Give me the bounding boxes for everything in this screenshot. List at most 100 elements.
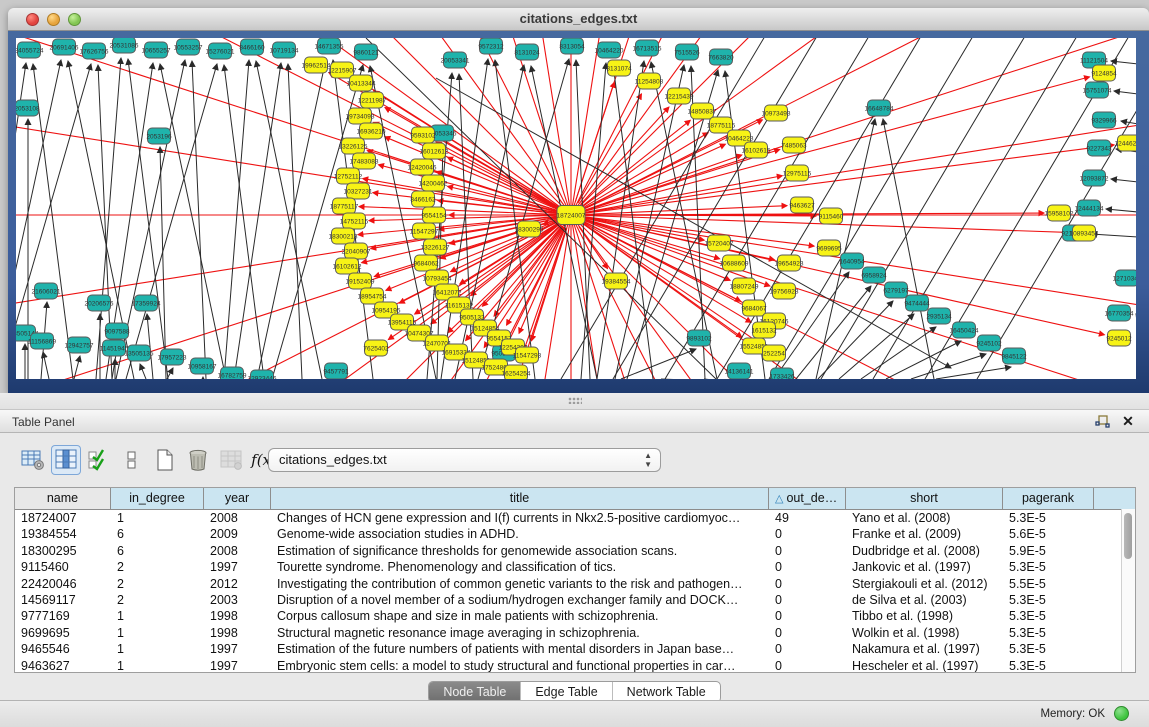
graph-node[interactable]: 11156869	[28, 333, 56, 349]
graph-node[interactable]: 12975115	[783, 165, 812, 181]
graph-node[interactable]: 7485063	[781, 137, 807, 153]
graph-node[interactable]: 12215439	[665, 88, 694, 104]
column-chooser-button[interactable]	[51, 445, 81, 475]
graph-node[interactable]: 14752115	[340, 213, 369, 229]
graph-node[interactable]: 9474444	[904, 295, 930, 311]
graph-node[interactable]: 16102615	[742, 142, 771, 158]
graph-node[interactable]: 10413344	[347, 75, 376, 91]
graph-node[interactable]: 17359924	[132, 295, 161, 311]
graph-node[interactable]: 16936210	[357, 123, 386, 139]
graph-node[interactable]: 13505135	[125, 345, 154, 361]
graph-node[interactable]: 14136141	[725, 363, 754, 379]
graph-node[interactable]: 16012612	[420, 143, 449, 159]
graph-node[interactable]: 2053196	[146, 128, 172, 144]
graph-node[interactable]: 12752112	[334, 168, 363, 184]
graph-node[interactable]: 18300213	[329, 228, 358, 244]
graph-node[interactable]: 9097588	[104, 323, 130, 339]
graph-node[interactable]: 15751074	[1083, 82, 1112, 98]
graph-node[interactable]: 12923446	[248, 370, 277, 379]
graph-node[interactable]: 12093872	[1080, 170, 1109, 186]
table-row[interactable]: 2242004622012Investigating the contribut…	[15, 576, 1135, 592]
graph-node[interactable]: 7663820	[708, 49, 734, 65]
column-header-out_de[interactable]: △out_de…	[769, 488, 846, 509]
graph-node[interactable]: 12444134	[1075, 200, 1104, 216]
graph-node[interactable]: 8313054	[559, 38, 585, 54]
column-header-pagerank[interactable]: pagerank	[1003, 488, 1094, 509]
table-settings-button[interactable]	[18, 445, 48, 475]
graph-node[interactable]: 1733426	[769, 368, 795, 379]
graph-node[interactable]: 17957223	[158, 349, 187, 365]
table-row[interactable]: 1938455462009Genome-wide association stu…	[15, 526, 1135, 542]
graph-node[interactable]: 9593102	[410, 127, 436, 143]
graph-node[interactable]: 10464220	[595, 42, 624, 58]
graph-node[interactable]: 16770354	[1105, 305, 1134, 321]
column-header-in_degree[interactable]: in_degree	[111, 488, 204, 509]
close-panel-icon[interactable]: ✕	[1119, 414, 1137, 430]
graph-node[interactable]: 9554154	[421, 207, 447, 223]
graph-node[interactable]: 20053341	[441, 52, 470, 68]
graph-node[interactable]: 19654923	[775, 255, 804, 271]
graph-node[interactable]: 14671355	[315, 38, 344, 54]
graph-node[interactable]: 2935134	[926, 308, 952, 324]
graph-node[interactable]: 9845122	[1001, 348, 1027, 364]
table-vertical-scrollbar[interactable]	[1121, 509, 1135, 672]
column-header-short[interactable]: short	[846, 488, 1003, 509]
table-row[interactable]: 946554611997Estimation of the future num…	[15, 641, 1135, 657]
graph-node[interactable]: 16713515	[633, 40, 662, 56]
trash-button[interactable]	[183, 445, 213, 475]
network-canvas[interactable]: 2405572420691406176267562053108610655257…	[16, 38, 1136, 379]
graph-node[interactable]: 19734093	[346, 108, 375, 124]
graph-node[interactable]: 7515526	[674, 44, 700, 60]
graph-node[interactable]: 10553257	[174, 39, 203, 55]
new-file-button[interactable]	[150, 445, 180, 475]
column-header-title[interactable]: title	[271, 488, 769, 509]
graph-node[interactable]: 20531086	[110, 38, 139, 53]
panel-splitter[interactable]	[0, 393, 1149, 409]
graph-node[interactable]: 12420046	[408, 159, 437, 175]
tab-network-table[interactable]: Network Table	[613, 682, 720, 702]
graph-node[interactable]: 9245102	[976, 335, 1002, 351]
graph-node[interactable]: 20206576	[85, 295, 114, 311]
graph-node[interactable]: 8466160	[239, 39, 265, 55]
graph-node[interactable]: 16102612	[333, 258, 362, 274]
graph-node[interactable]: 10719134	[270, 42, 299, 58]
graph-node[interactable]: 9329966	[1091, 112, 1117, 128]
graph-node[interactable]: 13226125	[339, 138, 368, 154]
graph-node[interactable]: 10893454	[1070, 225, 1099, 241]
graph-node[interactable]: 15276021	[206, 43, 235, 59]
table-row[interactable]: 1456911722003Disruption of a novel membe…	[15, 592, 1135, 608]
graph-node[interactable]: 22040907	[342, 243, 371, 259]
table-row[interactable]: 911546021997Tourette syndrome. Phenomeno…	[15, 559, 1135, 575]
graph-node[interactable]: 9245012	[1106, 330, 1132, 346]
graph-node[interactable]: 17626756	[80, 43, 109, 59]
graph-node[interactable]: 8466162	[410, 191, 436, 207]
graph-node[interactable]: 10958167	[188, 358, 217, 374]
graph-node[interactable]: 9463627	[789, 197, 815, 213]
graph-node[interactable]: 9684062	[413, 255, 439, 271]
table-row[interactable]: 1872400712008Changes of HCN gene express…	[15, 510, 1135, 526]
graph-node[interactable]: 6279197	[883, 282, 909, 298]
graph-node[interactable]: 12446223	[1115, 135, 1136, 151]
undock-panel-icon[interactable]	[1093, 414, 1111, 430]
tab-node-table[interactable]: Node Table	[429, 682, 521, 702]
graph-node[interactable]: 14200462	[419, 175, 448, 191]
window-titlebar[interactable]: citations_edges.txt	[8, 8, 1149, 31]
graph-node[interactable]: 16450424	[950, 322, 979, 338]
table-row[interactable]: 1830029562008Estimation of significance …	[15, 543, 1135, 559]
scrollbar-thumb[interactable]	[1124, 513, 1132, 559]
graph-node[interactable]: 17483083	[350, 153, 379, 169]
graph-node[interactable]: 15958102	[1045, 205, 1074, 221]
graph-node[interactable]: 20691406	[50, 39, 79, 55]
graph-node[interactable]: 1640954	[839, 253, 865, 269]
graph-node[interactable]: 12710345	[1113, 270, 1136, 286]
graph-node[interactable]: 18807249	[730, 278, 759, 294]
graph-node[interactable]: 10973493	[762, 105, 791, 121]
graph-node[interactable]: 19962514	[302, 57, 331, 73]
graph-node[interactable]: 16782759	[218, 367, 247, 379]
graph-node[interactable]: 21606021	[32, 283, 61, 299]
graph-node[interactable]: 9124854	[1091, 65, 1117, 81]
column-header-name[interactable]: name	[15, 488, 111, 509]
memory-status-indicator[interactable]	[1114, 706, 1129, 721]
graph-node[interactable]: 11547297	[410, 223, 439, 239]
graph-node[interactable]: 9893102	[686, 330, 712, 346]
